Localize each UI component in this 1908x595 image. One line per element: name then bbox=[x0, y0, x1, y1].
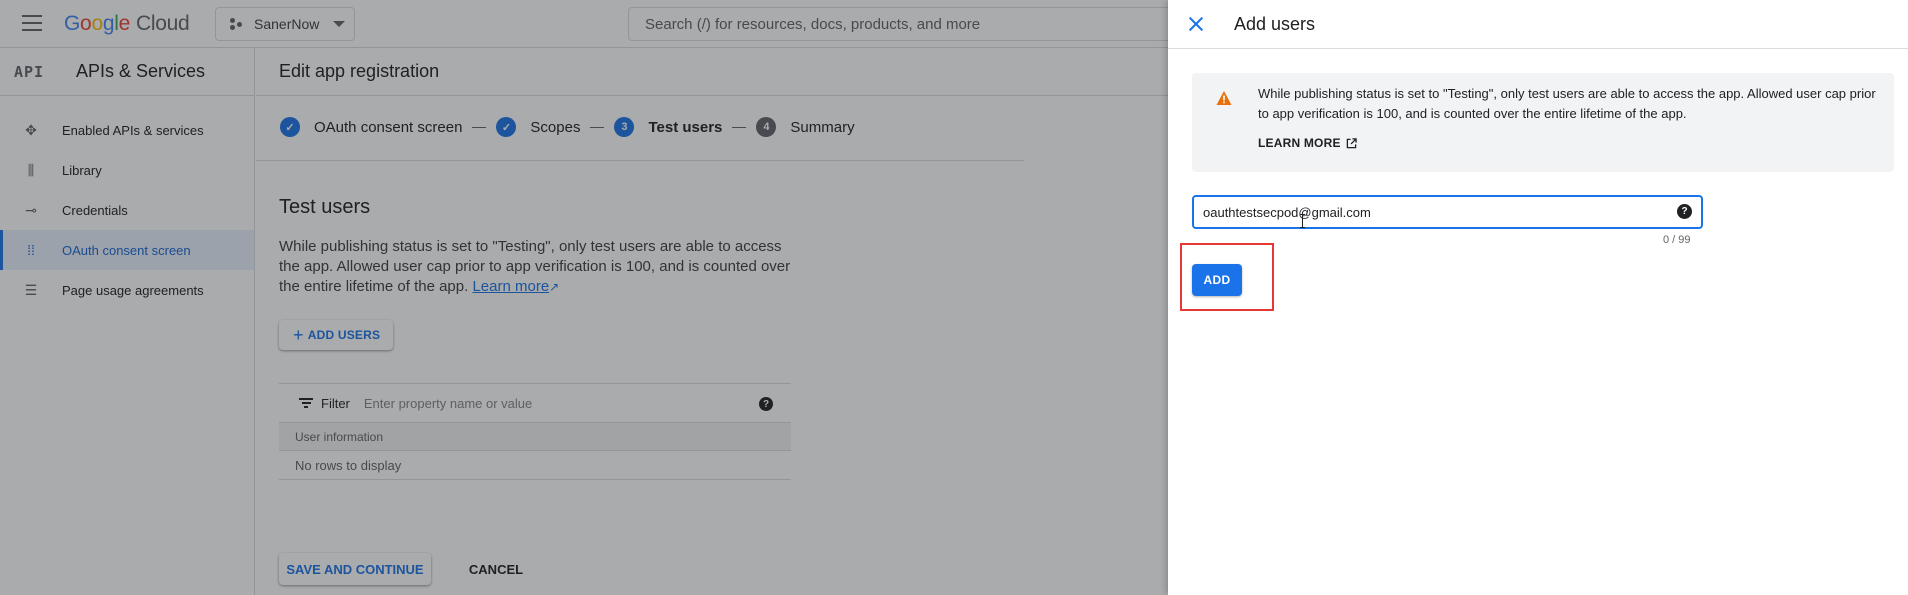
info-notice: While publishing status is set to "Testi… bbox=[1192, 73, 1894, 172]
email-input[interactable] bbox=[1203, 204, 1663, 220]
help-icon[interactable]: ? bbox=[1677, 204, 1692, 219]
modal-scrim[interactable] bbox=[0, 0, 1168, 595]
learn-more-label: LEARN MORE bbox=[1258, 136, 1341, 150]
panel-title: Add users bbox=[1234, 13, 1316, 34]
learn-more-link[interactable]: LEARN MORE bbox=[1258, 136, 1357, 150]
notice-text: While publishing status is set to "Testi… bbox=[1258, 86, 1876, 121]
character-counter: 0 / 99 bbox=[1663, 234, 1691, 246]
close-icon[interactable] bbox=[1184, 12, 1208, 36]
add-users-panel: Add users While publishing status is set… bbox=[1168, 0, 1908, 595]
panel-header: Add users bbox=[1168, 0, 1908, 49]
warning-icon bbox=[1216, 91, 1232, 105]
add-button[interactable]: ADD bbox=[1192, 264, 1242, 296]
email-field[interactable]: ? bbox=[1192, 195, 1703, 229]
text-cursor-icon bbox=[1300, 214, 1305, 228]
external-link-icon bbox=[1346, 137, 1357, 148]
